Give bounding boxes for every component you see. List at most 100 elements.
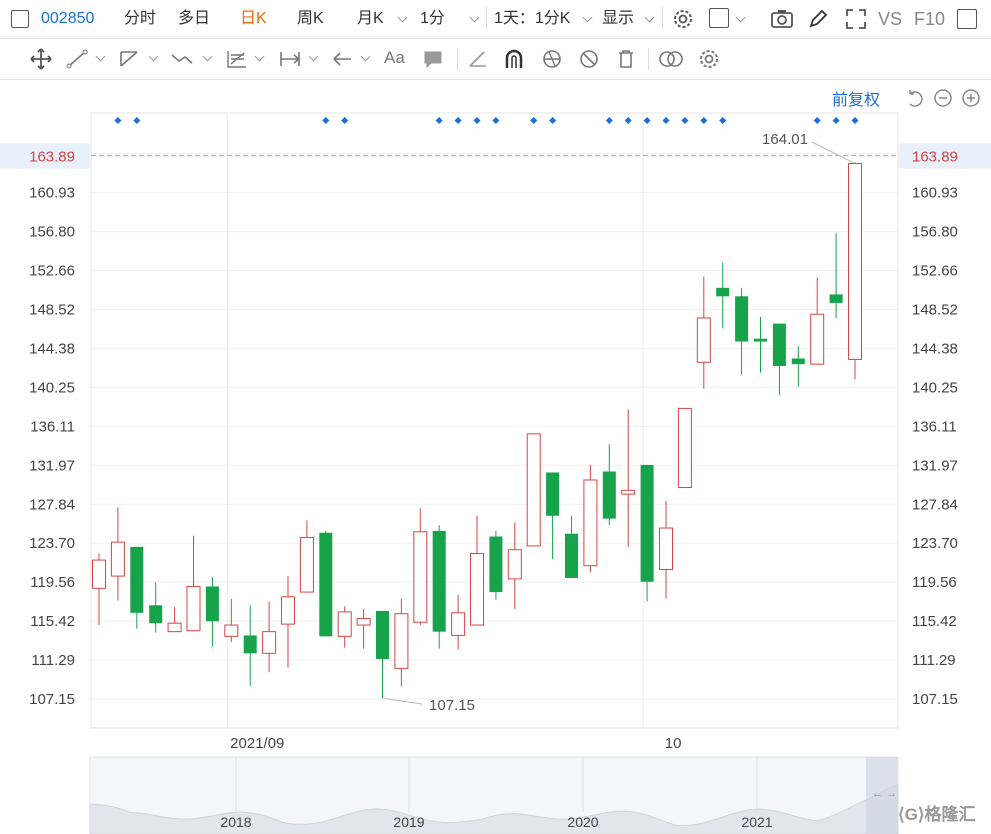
candle-body-down — [243, 635, 257, 654]
y-tick-label-left: 156.80 — [29, 224, 75, 241]
y-tick-label-right: 156.80 — [912, 224, 958, 241]
y-tick-label-left: 136.11 — [30, 418, 75, 435]
y-tick-label-right: 140.25 — [912, 379, 958, 396]
candle-body-down — [640, 464, 654, 582]
candle-body-up — [299, 536, 314, 593]
event-marker — [322, 116, 330, 125]
y-tick-label-right: 107.15 — [912, 691, 958, 708]
y-tick-label-right: 144.38 — [912, 340, 958, 357]
y-tick-label-left: 131.97 — [29, 457, 75, 474]
candle-body-up — [110, 541, 125, 577]
y-tick-label-left: 127.84 — [29, 496, 75, 513]
candle-body-down — [565, 533, 578, 578]
min-price-label: 107.15 — [429, 697, 475, 714]
candle-body-down — [791, 358, 805, 365]
y-tick-label-left: 119.56 — [30, 574, 75, 591]
y-tick-label-left: 152.66 — [29, 263, 75, 280]
y-tick-label-left: 115.42 — [30, 613, 75, 630]
y-tick-label-right: 152.66 — [912, 263, 958, 280]
candle-body-down — [432, 530, 446, 632]
event-marker — [492, 116, 500, 125]
candle-body-up — [526, 433, 541, 547]
candle-body-up — [92, 559, 106, 589]
candle-body-up — [281, 596, 295, 625]
candle-body-up — [677, 407, 692, 489]
y-tick-label-right: 136.11 — [912, 418, 957, 435]
event-marker — [681, 116, 689, 125]
candlestick-chart[interactable]: 160.93 160.93 156.80 156.80 152.66 152.66 148.… — [0, 0, 991, 834]
event-marker — [624, 116, 632, 125]
navigator-year-label: 2018 — [220, 814, 251, 830]
candle-body-down — [319, 532, 333, 637]
y-tick-label-right: 111.29 — [912, 652, 956, 669]
candle-body-down — [772, 323, 786, 367]
candle-body-down — [149, 605, 163, 624]
candle-body-down — [829, 294, 843, 303]
candle-body-down — [205, 586, 219, 622]
x-tick-label: 2021/09 — [230, 735, 284, 752]
candle-body-down — [735, 296, 749, 342]
y-tick-label-left: 140.25 — [29, 379, 75, 396]
candle-body-up — [186, 585, 201, 632]
watermark-logo: ⟨G⟩格隆汇 — [898, 805, 976, 824]
event-marker — [341, 116, 349, 125]
candle-body-up — [167, 622, 182, 633]
event-marker — [133, 116, 141, 125]
navigator-year-label: 2020 — [567, 814, 598, 830]
candle-body-up — [810, 313, 825, 365]
y-tick-label-right: 119.56 — [912, 574, 957, 591]
y-tick-label-left: 160.93 — [29, 185, 75, 202]
y-tick-label-left: 148.52 — [29, 302, 75, 319]
candle-body-up — [451, 612, 466, 636]
candle-body-up — [470, 552, 484, 626]
candle-body-down — [602, 471, 616, 519]
y-tick-label-right: 123.70 — [912, 535, 958, 552]
candle-body-up — [394, 613, 409, 669]
candle-body-up — [262, 631, 277, 654]
navigator-year-label: 2019 — [393, 814, 424, 830]
candle-body-down — [376, 610, 389, 659]
candle-body-up — [413, 531, 428, 623]
price-tag-right: 163.89 — [912, 149, 958, 166]
y-tick-label-left: 107.15 — [29, 691, 75, 708]
candle-body-down — [489, 536, 503, 593]
candle-body-up — [848, 162, 862, 360]
event-marker — [454, 116, 462, 125]
candle-body-down — [716, 287, 730, 297]
y-tick-label-left: 111.29 — [31, 652, 75, 669]
event-marker — [605, 116, 613, 125]
candle-body-down — [754, 338, 767, 342]
event-marker — [549, 116, 557, 125]
event-marker — [435, 116, 443, 125]
event-marker — [832, 116, 840, 125]
candle-body-up — [583, 479, 598, 567]
max-price-label: 164.01 — [762, 131, 808, 148]
y-tick-label-right: 131.97 — [912, 457, 958, 474]
x-tick-label: 10 — [665, 735, 682, 752]
candle-body-down — [130, 546, 144, 613]
y-tick-label-right: 115.42 — [912, 613, 957, 630]
candle-body-up — [659, 527, 673, 570]
candle-body-up — [337, 611, 352, 637]
y-tick-label-left: 123.70 — [29, 535, 75, 552]
candle-body-up — [224, 624, 239, 637]
event-marker — [473, 116, 481, 125]
y-tick-label-right: 160.93 — [912, 185, 958, 202]
event-marker — [851, 116, 859, 125]
event-marker — [114, 116, 122, 125]
y-tick-label-left: 144.38 — [29, 340, 75, 357]
max-leader — [811, 141, 854, 164]
y-tick-label-right: 127.84 — [912, 496, 958, 513]
candle-body-up — [696, 317, 711, 363]
event-marker — [662, 116, 670, 125]
event-marker — [700, 116, 708, 125]
candle-body-down — [546, 472, 560, 516]
candle-body-up — [621, 489, 636, 495]
event-marker — [530, 116, 538, 125]
event-marker — [643, 116, 651, 125]
event-marker — [813, 116, 821, 125]
navigator-arrows-icon: ← → — [872, 788, 897, 800]
event-marker — [719, 116, 727, 125]
candle-body-up — [356, 617, 371, 626]
candle-body-up — [507, 549, 522, 580]
